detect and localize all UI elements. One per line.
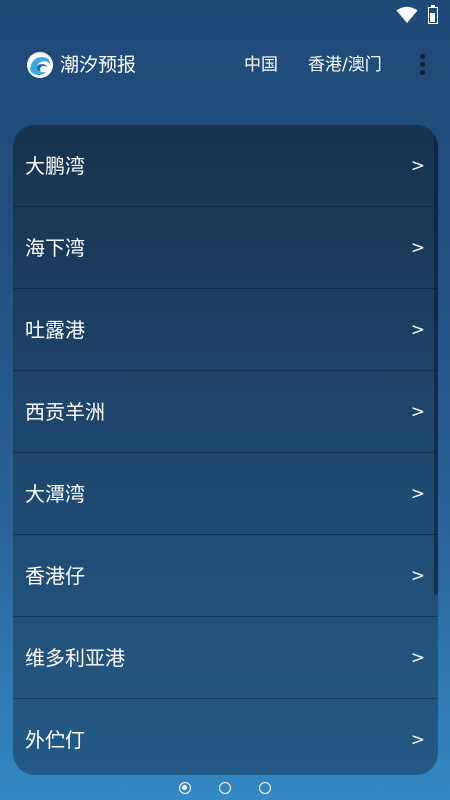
location-label: 香港仔 <box>25 564 85 588</box>
chevron-right-icon: > <box>410 730 425 750</box>
location-label: 大潭湾 <box>25 482 85 506</box>
list-item[interactable]: 海下湾 > <box>13 207 438 289</box>
chevron-right-icon: > <box>410 238 425 258</box>
more-options-icon[interactable] <box>416 52 428 78</box>
status-bar <box>0 0 450 30</box>
location-label: 海下湾 <box>25 236 85 260</box>
chevron-right-icon: > <box>410 484 425 504</box>
list-item[interactable]: 西贡羊洲 > <box>13 371 438 453</box>
page-dot-2[interactable] <box>219 782 231 794</box>
location-label: 外伫仃 <box>25 728 85 752</box>
list-item[interactable]: 香港仔 > <box>13 535 438 617</box>
tab-china[interactable]: 中国 <box>244 54 278 76</box>
page-dot-3[interactable] <box>259 782 271 794</box>
list-item[interactable]: 外伫仃 > <box>13 699 438 775</box>
location-label: 吐露港 <box>25 318 85 342</box>
app-bar: 潮汐预报 中国 香港/澳门 <box>0 30 450 100</box>
tab-hongkong-macau[interactable]: 香港/澳门 <box>308 54 382 76</box>
page-indicator <box>0 780 450 796</box>
location-label: 西贡羊洲 <box>25 400 105 424</box>
page-dot-1[interactable] <box>179 782 191 794</box>
chevron-right-icon: > <box>410 566 425 586</box>
wifi-icon <box>396 6 418 23</box>
location-list: 大鹏湾 > 海下湾 > 吐露港 > 西贡羊洲 > 大潭湾 > 香港仔 > 维多利… <box>13 125 438 775</box>
chevron-right-icon: > <box>410 156 425 176</box>
list-item[interactable]: 维多利亚港 > <box>13 617 438 699</box>
list-item[interactable]: 大鹏湾 > <box>13 125 438 207</box>
location-label: 维多利亚港 <box>25 646 125 670</box>
chevron-right-icon: > <box>410 402 425 422</box>
battery-icon <box>428 5 438 24</box>
chevron-right-icon: > <box>410 648 425 668</box>
app-title: 潮汐预报 <box>60 54 137 76</box>
list-item[interactable]: 吐露港 > <box>13 289 438 371</box>
chevron-right-icon: > <box>410 320 425 340</box>
location-label: 大鹏湾 <box>25 154 85 178</box>
wave-logo-icon <box>27 52 53 78</box>
location-list-card: 大鹏湾 > 海下湾 > 吐露港 > 西贡羊洲 > 大潭湾 > 香港仔 > 维多利… <box>13 125 438 775</box>
list-item[interactable]: 大潭湾 > <box>13 453 438 535</box>
